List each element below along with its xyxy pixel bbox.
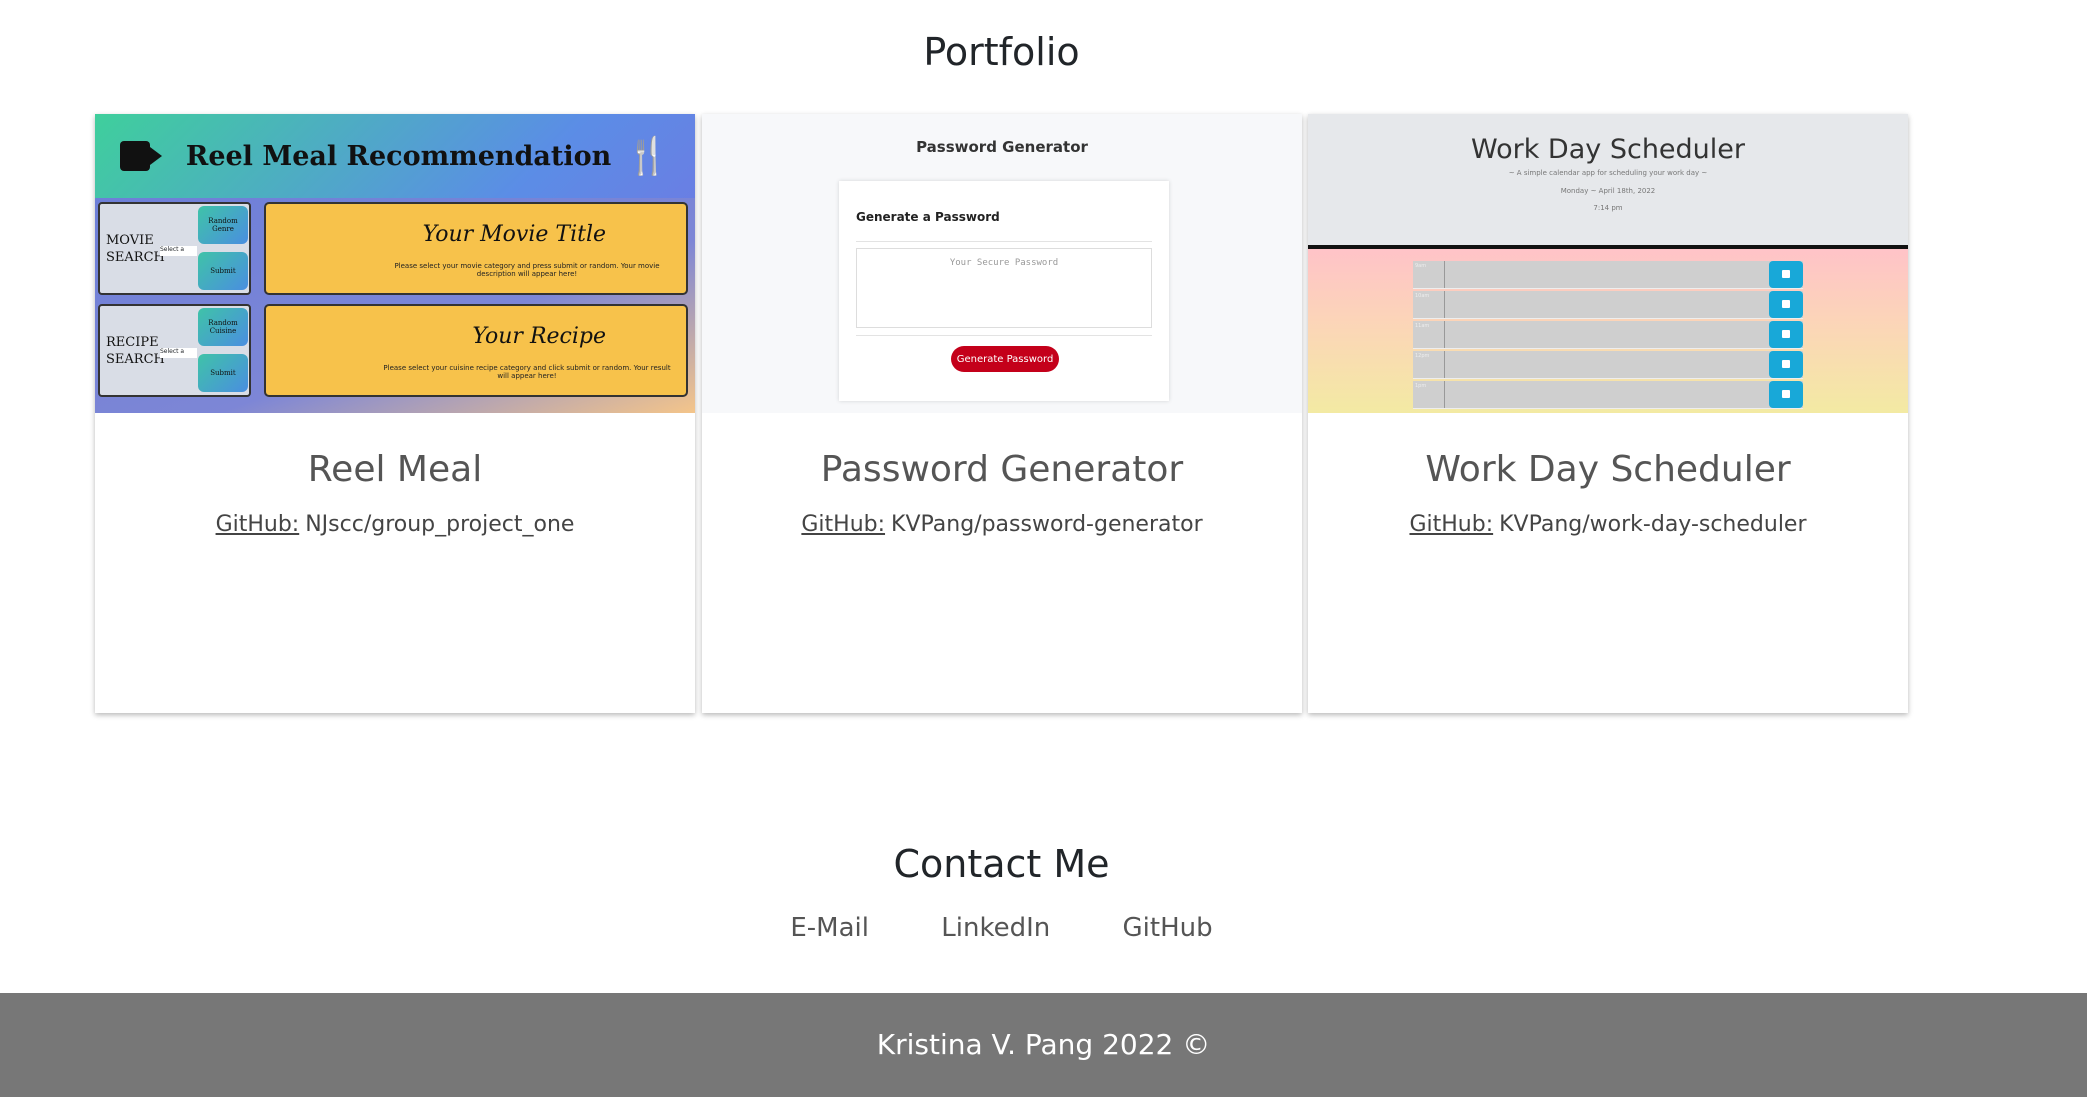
hour-label: 12pm	[1413, 351, 1445, 378]
thumb-header-text: Password Generator	[916, 138, 1088, 156]
save-icon	[1769, 351, 1803, 378]
divider	[856, 335, 1152, 336]
recipe-search-panel: RECIPE SEARCH Select a Random Cuisine Su…	[98, 304, 251, 397]
linkedin-link[interactable]: LinkedIn	[941, 913, 1050, 943]
divider	[856, 241, 1152, 242]
project-card-password-generator: Password Generator Generate a Password Y…	[702, 114, 1302, 713]
hour-label: 1pm	[1413, 381, 1445, 408]
thumb-schedule-area: 9am 10am 11am 12pm 1pm	[1308, 249, 1908, 413]
repo-name: KVPang/password-generator	[891, 512, 1203, 537]
time-block-row: 12pm	[1413, 351, 1803, 379]
project-github-line: GitHub: NJscc/group_project_one	[95, 512, 695, 537]
random-genre-button: Random Genre	[198, 206, 248, 244]
thumb-header: Reel Meal Recommendation 🍴	[95, 114, 695, 198]
project-title: Password Generator	[820, 449, 1184, 490]
thumb-header-text: Reel Meal Recommendation	[185, 140, 612, 172]
movie-search-label: MOVIE SEARCH	[106, 233, 165, 265]
email-link[interactable]: E-Mail	[790, 913, 869, 943]
thumb-password-card: Generate a Password Your Secure Password…	[839, 181, 1169, 401]
save-icon	[1769, 321, 1803, 348]
contact-heading: Contact Me	[893, 842, 1110, 886]
thumb-tagline: ~ A simple calendar app for scheduling y…	[1508, 169, 1708, 177]
recipe-desc-text: Please select your cuisine recipe catego…	[383, 364, 671, 380]
save-icon	[1769, 291, 1803, 318]
repo-name: KVPang/work-day-scheduler	[1499, 512, 1807, 537]
github-link[interactable]: GitHub:	[216, 512, 300, 537]
time-block-row: 11am	[1413, 321, 1803, 349]
recipe-search-label: RECIPE SEARCH	[106, 335, 165, 367]
thumb-password-box: Your Secure Password	[856, 248, 1152, 328]
recipe-result-panel: Your Recipe Please select your cuisine r…	[264, 304, 688, 397]
thumb-card-title: Generate a Password	[856, 210, 1000, 224]
movie-search-panel: MOVIE SEARCH Select a Random Genre Submi…	[98, 202, 251, 295]
footer-copyright: Kristina V. Pang 2022 ©	[876, 1028, 1211, 1061]
recipe-select: Select a	[160, 348, 197, 358]
save-icon	[1769, 381, 1803, 408]
recipe-submit-button: Submit	[198, 354, 248, 392]
github-link[interactable]: GitHub:	[1409, 512, 1493, 537]
hour-label: 10am	[1413, 291, 1445, 318]
save-icon	[1769, 261, 1803, 288]
thumb-header-text: Work Day Scheduler	[1470, 134, 1746, 165]
hour-label: 9am	[1413, 261, 1445, 288]
movie-result-panel: Your Movie Title Please select your movi…	[264, 202, 688, 295]
thumb-date: Monday ~ April 18th, 2022	[1560, 187, 1656, 195]
github-link[interactable]: GitHub:	[801, 512, 885, 537]
github-profile-link[interactable]: GitHub	[1123, 913, 1213, 943]
project-title: Work Day Scheduler	[1425, 449, 1791, 490]
contact-links: E-Mail LinkedIn GitHub	[0, 913, 2003, 943]
random-cuisine-button: Random Cuisine	[198, 308, 248, 346]
movie-desc-text: Please select your movie category and pr…	[394, 262, 660, 278]
reel-meal-screenshot[interactable]: Reel Meal Recommendation 🍴 MOVIE SEARCH …	[95, 114, 695, 413]
recipe-title-text: Your Recipe	[472, 324, 606, 349]
footer: Kristina V. Pang 2022 ©	[0, 993, 2087, 1097]
time-block-row: 1pm	[1413, 381, 1803, 409]
repo-name: NJscc/group_project_one	[305, 512, 575, 537]
video-camera-icon	[119, 141, 162, 171]
thumb-time: 7:14 pm	[1593, 204, 1623, 212]
password-generator-screenshot[interactable]: Password Generator Generate a Password Y…	[702, 114, 1302, 413]
time-block-row: 9am	[1413, 261, 1803, 289]
movie-title-text: Your Movie Title	[422, 222, 606, 247]
work-day-scheduler-screenshot[interactable]: Work Day Scheduler ~ A simple calendar a…	[1308, 114, 1908, 413]
project-card-work-day-scheduler: Work Day Scheduler ~ A simple calendar a…	[1308, 114, 1908, 713]
time-block-row: 10am	[1413, 291, 1803, 319]
project-title: Reel Meal	[307, 449, 483, 490]
project-github-line: GitHub: KVPang/work-day-scheduler	[1308, 512, 1908, 537]
portfolio-heading: Portfolio	[923, 30, 1080, 74]
movie-select: Select a	[160, 246, 197, 256]
hour-label: 11am	[1413, 321, 1445, 348]
project-card-reel-meal: Reel Meal Recommendation 🍴 MOVIE SEARCH …	[95, 114, 695, 713]
thumb-generate-button: Generate Password	[951, 346, 1059, 372]
utensils-icon: 🍴	[625, 135, 671, 177]
project-github-line: GitHub: KVPang/password-generator	[702, 512, 1302, 537]
movie-submit-button: Submit	[198, 252, 248, 290]
